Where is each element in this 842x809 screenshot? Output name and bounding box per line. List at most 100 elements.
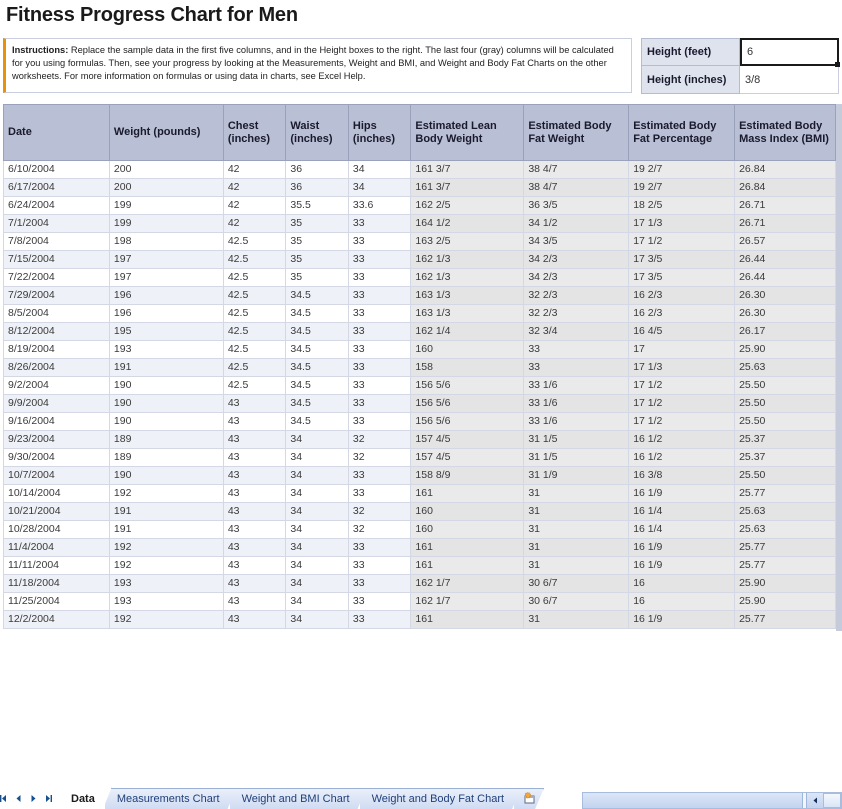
table-cell-input[interactable]: 189 xyxy=(108,448,224,467)
table-cell-calculated[interactable]: 17 1/3 xyxy=(628,358,736,377)
table-cell-input[interactable]: 42.5 xyxy=(222,286,287,305)
table-cell-input[interactable]: 191 xyxy=(108,358,224,377)
table-cell-input[interactable]: 36 xyxy=(285,178,349,197)
table-cell-calculated[interactable]: 16 1/4 xyxy=(628,502,736,521)
table-cell-input[interactable]: 190 xyxy=(108,376,224,395)
table-cell-calculated[interactable]: 157 4/5 xyxy=(410,430,525,449)
table-row[interactable]: 10/28/2004 191 43 34 32 160 31 16 1/4 25.63 xyxy=(3,520,836,539)
table-cell-input[interactable]: 196 xyxy=(108,286,224,305)
table-cell-calculated[interactable]: 31 xyxy=(523,538,630,557)
table-row[interactable]: 7/29/2004 196 42.5 34.5 33 163 1/3 32 2/3 16 2/… xyxy=(3,286,836,305)
column-header-body-fat-percentage[interactable]: Estimated Body Fat Percentage xyxy=(628,104,736,161)
table-row[interactable]: 8/19/2004 193 42.5 34.5 33 160 33 17 25.90 xyxy=(3,340,836,359)
table-row[interactable]: 6/24/2004 199 42 35.5 33.6 162 2/5 36 3/5 18 2/… xyxy=(3,196,836,215)
horizontal-scrollbar[interactable] xyxy=(582,792,842,809)
table-cell-input[interactable]: 34.5 xyxy=(285,322,349,341)
table-cell-input[interactable]: 198 xyxy=(108,232,224,251)
table-cell-input[interactable]: 34 xyxy=(285,538,349,557)
table-cell-input[interactable]: 33 xyxy=(347,340,412,359)
table-cell-input[interactable]: 42 xyxy=(222,160,287,179)
table-cell-calculated[interactable]: 157 4/5 xyxy=(410,448,525,467)
table-cell-input[interactable]: 8/5/2004 xyxy=(3,304,110,323)
table-cell-calculated[interactable]: 16 1/9 xyxy=(628,610,736,629)
table-cell-calculated[interactable]: 25.77 xyxy=(734,484,836,503)
table-cell-calculated[interactable]: 33 1/6 xyxy=(523,394,630,413)
table-cell-input[interactable]: 34.5 xyxy=(285,286,349,305)
table-cell-calculated[interactable]: 25.37 xyxy=(734,430,836,449)
table-cell-input[interactable]: 196 xyxy=(108,304,224,323)
table-cell-input[interactable]: 42 xyxy=(222,196,287,215)
table-cell-input[interactable]: 6/17/2004 xyxy=(3,178,110,197)
table-cell-calculated[interactable]: 32 3/4 xyxy=(523,322,630,341)
height-inches-input[interactable]: 3/8 xyxy=(740,66,839,94)
table-cell-calculated[interactable]: 26.71 xyxy=(734,196,836,215)
table-cell-input[interactable]: 34 xyxy=(285,520,349,539)
table-cell-input[interactable]: 34 xyxy=(285,484,349,503)
table-cell-calculated[interactable]: 156 5/6 xyxy=(410,412,525,431)
table-cell-calculated[interactable]: 31 xyxy=(523,484,630,503)
table-cell-calculated[interactable]: 17 xyxy=(628,340,736,359)
table-cell-calculated[interactable]: 31 xyxy=(523,520,630,539)
table-cell-input[interactable]: 34 xyxy=(285,466,349,485)
table-cell-input[interactable]: 197 xyxy=(108,268,224,287)
table-cell-input[interactable]: 43 xyxy=(222,574,287,593)
table-cell-input[interactable]: 34.5 xyxy=(285,412,349,431)
table-cell-calculated[interactable]: 25.90 xyxy=(734,340,836,359)
table-cell-input[interactable]: 33 xyxy=(347,214,412,233)
table-row[interactable]: 7/22/2004 197 42.5 35 33 162 1/3 34 2/3 17 3/5 2… xyxy=(3,268,836,287)
table-cell-calculated[interactable]: 17 3/5 xyxy=(628,268,736,287)
table-cell-calculated[interactable]: 25.90 xyxy=(734,574,836,593)
table-cell-calculated[interactable]: 26.84 xyxy=(734,160,836,179)
table-cell-input[interactable]: 42 xyxy=(222,214,287,233)
table-row[interactable]: 6/10/2004 200 42 36 34 161 3/7 38 4/7 19 2/7 26.… xyxy=(3,160,836,179)
table-cell-calculated[interactable]: 16 xyxy=(628,592,736,611)
table-cell-calculated[interactable]: 33 xyxy=(523,340,630,359)
table-cell-input[interactable]: 42.5 xyxy=(222,304,287,323)
table-cell-calculated[interactable]: 26.84 xyxy=(734,178,836,197)
table-cell-calculated[interactable]: 26.30 xyxy=(734,286,836,305)
table-cell-calculated[interactable]: 16 1/2 xyxy=(628,430,736,449)
table-cell-calculated[interactable]: 161 xyxy=(410,484,525,503)
table-cell-input[interactable]: 189 xyxy=(108,430,224,449)
table-cell-input[interactable]: 12/2/2004 xyxy=(3,610,110,629)
table-cell-input[interactable]: 33 xyxy=(347,466,412,485)
table-row[interactable]: 8/26/2004 191 42.5 34.5 33 158 33 17 1/3 25.63 xyxy=(3,358,836,377)
table-cell-calculated[interactable]: 17 1/3 xyxy=(628,214,736,233)
table-cell-calculated[interactable]: 156 5/6 xyxy=(410,394,525,413)
table-cell-calculated[interactable]: 162 1/3 xyxy=(410,268,525,287)
table-cell-input[interactable]: 9/16/2004 xyxy=(3,412,110,431)
table-cell-input[interactable]: 43 xyxy=(222,610,287,629)
table-cell-input[interactable]: 34 xyxy=(285,610,349,629)
table-cell-input[interactable]: 43 xyxy=(222,502,287,521)
column-header-waist[interactable]: Waist (inches) xyxy=(285,104,349,161)
table-cell-input[interactable]: 9/23/2004 xyxy=(3,430,110,449)
table-cell-input[interactable]: 33 xyxy=(347,250,412,269)
table-cell-input[interactable]: 10/21/2004 xyxy=(3,502,110,521)
table-cell-calculated[interactable]: 17 1/2 xyxy=(628,412,736,431)
table-cell-calculated[interactable]: 25.37 xyxy=(734,448,836,467)
table-cell-input[interactable]: 42.5 xyxy=(222,268,287,287)
table-cell-calculated[interactable]: 16 4/5 xyxy=(628,322,736,341)
table-cell-input[interactable]: 8/26/2004 xyxy=(3,358,110,377)
column-header-lean-body-weight[interactable]: Estimated Lean Body Weight xyxy=(410,104,525,161)
table-cell-calculated[interactable]: 17 1/2 xyxy=(628,376,736,395)
table-cell-input[interactable]: 34 xyxy=(285,430,349,449)
scroll-left-icon[interactable] xyxy=(807,793,823,808)
table-cell-input[interactable]: 33 xyxy=(347,358,412,377)
last-sheet-icon[interactable] xyxy=(41,790,56,808)
table-cell-calculated[interactable]: 30 6/7 xyxy=(523,574,630,593)
table-cell-input[interactable]: 33 xyxy=(347,574,412,593)
column-header-chest[interactable]: Chest (inches) xyxy=(222,104,287,161)
table-cell-input[interactable]: 8/12/2004 xyxy=(3,322,110,341)
table-cell-input[interactable]: 190 xyxy=(108,394,224,413)
table-cell-input[interactable]: 190 xyxy=(108,466,224,485)
table-cell-input[interactable]: 35 xyxy=(285,250,349,269)
table-cell-calculated[interactable]: 17 1/2 xyxy=(628,394,736,413)
sheet-tabs[interactable]: Data Measurements Chart Weight and BMI Cha… xyxy=(59,787,842,809)
table-cell-input[interactable]: 193 xyxy=(108,574,224,593)
table-cell-calculated[interactable]: 25.50 xyxy=(734,394,836,413)
worksheet-canvas[interactable]: Fitness Progress Chart for Men Instructi… xyxy=(0,0,842,780)
table-cell-calculated[interactable]: 158 xyxy=(410,358,525,377)
table-cell-calculated[interactable]: 160 xyxy=(410,502,525,521)
table-cell-calculated[interactable]: 162 1/7 xyxy=(410,592,525,611)
